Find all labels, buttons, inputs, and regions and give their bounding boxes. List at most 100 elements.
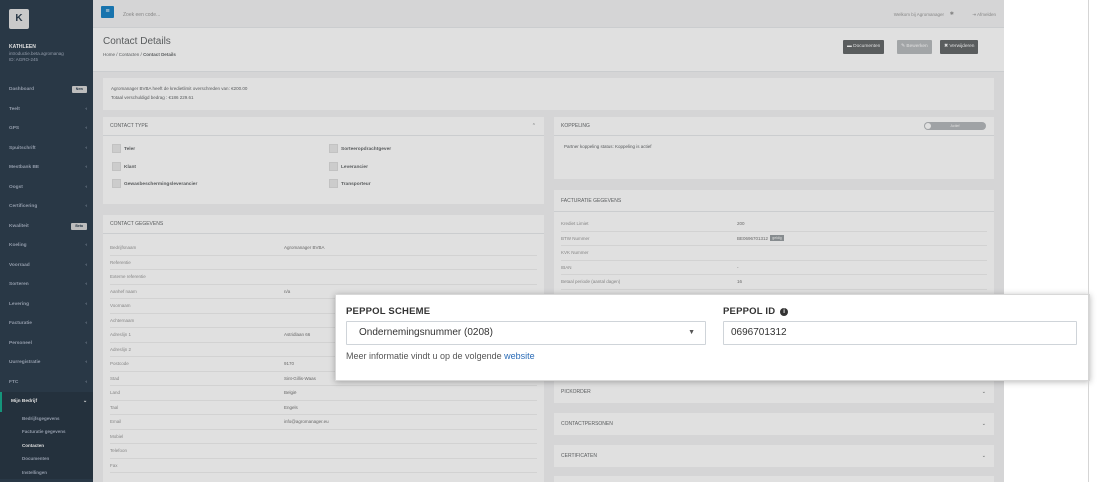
field-label: Telefoon [110, 448, 128, 453]
field-value: 16 [737, 275, 742, 290]
field-label: Fax [110, 462, 118, 468]
breadcrumb-contacts[interactable]: Contacten [119, 52, 140, 57]
sidebar-item-oogst[interactable]: Oogst ‹ [0, 178, 93, 198]
koppeling-toggle[interactable]: Actief [924, 122, 986, 130]
pickorder-header[interactable]: PICKORDER ⌄ [554, 381, 994, 403]
background-app: K KATHLEEN introductie.beta.agromanag ID… [0, 0, 1004, 482]
breadcrumb-home[interactable]: Home [103, 52, 115, 57]
contact-type-header[interactable]: CONTACT TYPE ⌃ [103, 117, 544, 136]
field-label: Aanhef naam [110, 288, 137, 294]
sidebar-item-label: Mijn Bedrijf [11, 399, 38, 404]
field-label: IBAN [561, 264, 572, 270]
website-link[interactable]: website [504, 351, 535, 361]
welcome-text: Welkom bij Agromanager [893, 12, 944, 17]
field-label: Bedrijfsnaam [110, 245, 137, 250]
chevron-left-icon: ‹ [85, 360, 87, 365]
sidebar-subitem-facturatie-gegevens[interactable]: Facturatie gegevens [0, 425, 93, 439]
contact-type-panel: CONTACT TYPE ⌃ Teler Sorteeropdrachtgever… [103, 117, 544, 204]
field-value-text: BE0696701312 [737, 235, 769, 241]
chevron-left-icon: ‹ [85, 165, 87, 170]
chevron-down-icon[interactable]: ⌄ [982, 413, 986, 435]
table-row: Telefoon [110, 444, 537, 459]
certificaten-panel[interactable]: CERTIFICATEN ⌄ [554, 445, 994, 467]
sidebar-item-voorraad[interactable]: Voorraad ‹ [0, 256, 93, 276]
sidebar-subitem-instellingen[interactable]: Instellingen [0, 465, 93, 479]
edit-label: Bewerken [906, 44, 928, 49]
user-name[interactable]: KATHLEEN [9, 44, 36, 50]
beta-badge: Beta [71, 222, 87, 230]
search-input[interactable]: Zoek een code... [123, 12, 160, 18]
sidebar-item-label: Oogst [9, 184, 23, 190]
chevron-left-icon: ‹ [85, 262, 87, 268]
chevron-left-icon: ‹ [85, 145, 87, 151]
sidebar-item-mijn-bedrijf[interactable]: Mijn Bedrijf ⌄ [0, 392, 93, 412]
field-label: Taal [110, 404, 119, 410]
pickorder-panel[interactable]: PICKORDER ⌄ [554, 381, 994, 403]
checkbox-leverancier[interactable]: Leverancier [329, 162, 368, 171]
field-value: info@agromanager.eu [284, 419, 329, 424]
total-due-text: Totaal verschuldigd bedrag : €186 229.61 [111, 95, 194, 100]
sidebar-item-dashboard[interactable]: Dashboard New [0, 80, 93, 100]
logout-link[interactable]: ⇥ Afmelden [972, 12, 996, 18]
certificaten-header[interactable]: CERTIFICATEN ⌄ [554, 445, 994, 467]
contact-gegevens-header: CONTACT GEGEVENS [103, 215, 544, 234]
sidebar-item-koeling[interactable]: Koeling ‹ [0, 236, 93, 256]
folder-icon: ▬ [847, 44, 852, 49]
sidebar-item-facturatie[interactable]: Facturatie ‹ [0, 314, 93, 334]
sidebar-item-sorteren[interactable]: Sorteren ‹ [0, 275, 93, 295]
delete-button[interactable]: ✖ Verwijderen [940, 40, 979, 54]
table-row: Email info@agromanager.eu [110, 415, 537, 430]
peppol-id-input[interactable]: 0696701312 [723, 321, 1077, 345]
peppol-scheme-select[interactable]: Ondernemingsnummer (0208) ▼ [346, 321, 706, 345]
field-value: 200 [737, 217, 745, 232]
sidebar-subitem-documenten[interactable]: Documenten [0, 452, 93, 466]
sidebar-item-spuitschrift[interactable]: Spuitschrift ‹ [0, 139, 93, 159]
sidebar-item-personeel[interactable]: Personeel ‹ [0, 334, 93, 354]
user-subtitle: introductie.beta.agromanag [9, 51, 64, 56]
documents-button[interactable]: ▬ Documenten [843, 40, 885, 54]
sidebar-subitem-contacten[interactable]: Contacten [0, 438, 93, 452]
sidebar-item-label: Dashboard [9, 87, 35, 92]
chevron-down-icon[interactable]: ⌄ [982, 445, 986, 467]
breadcrumb: Home / Contacten / Contact Details [103, 52, 176, 57]
table-row: Externe referentie [110, 270, 537, 285]
chevron-up-icon[interactable]: ⌃ [532, 117, 536, 136]
sidebar-item-certificering[interactable]: Certificering ‹ [0, 197, 93, 217]
sidebar-item-mestbank[interactable]: Mestbank BE ‹ [0, 158, 93, 178]
checkbox-sorteeropdrachtgever[interactable]: Sorteeropdrachtgever [329, 144, 391, 153]
user-avatar[interactable]: K [9, 9, 29, 29]
chevron-down-icon[interactable]: ⌄ [982, 381, 986, 403]
sidebar-item-levering[interactable]: Levering ‹ [0, 295, 93, 315]
page-header: Contact Details Home / Contacten / Conta… [93, 28, 1004, 72]
table-row: Betaal periode (aantal dagen) 16 [561, 275, 987, 290]
contactpersonen-panel[interactable]: CONTACTPERSONEN ⌄ [554, 413, 994, 435]
checkbox-teler[interactable]: Teler [112, 144, 135, 153]
sidebar-item-ftc[interactable]: FTC ‹ [0, 373, 93, 393]
edit-button[interactable]: ✎ Bewerken [897, 40, 932, 54]
sidebar-subitem-bedrijfsgegevens[interactable]: Bedrijfsgegevens [0, 411, 93, 425]
field-label: Stad [110, 375, 120, 381]
info-icon[interactable]: i [780, 308, 789, 316]
chevron-left-icon: ‹ [85, 301, 87, 307]
sidebar-item-uurregistratie[interactable]: Uurregistratie ‹ [0, 353, 93, 373]
next-panel [554, 476, 994, 482]
checkbox-gewasbeschermingsleverancier[interactable]: Gewasbeschermingsleverancier [112, 179, 197, 188]
checkbox-klant[interactable]: Klant [112, 162, 136, 171]
sidebar-item-label: Kwaliteit [9, 223, 29, 229]
contactpersonen-header[interactable]: CONTACTPERSONEN ⌄ [554, 413, 994, 435]
panel-title: KOPPELING [561, 123, 590, 129]
sidebar-item-gps[interactable]: GPS ‹ [0, 119, 93, 139]
table-row: Krediet Limiet 200 [561, 217, 987, 232]
panel-title: CONTACT TYPE [110, 123, 149, 129]
checkbox-transporteur[interactable]: Transporteur [329, 179, 371, 188]
sidebar-item-label: Teelt [9, 106, 20, 112]
field-label: Referentie [110, 259, 131, 265]
chevron-left-icon: ‹ [85, 379, 87, 385]
table-row: Fax [110, 459, 537, 473]
menu-toggle-button[interactable]: ≡ [101, 6, 114, 18]
sidebar-item-kwaliteit[interactable]: Kwaliteit Beta [0, 217, 93, 237]
sidebar-item-teelt[interactable]: Teelt ‹ [0, 100, 93, 120]
gear-icon[interactable]: ✱ [950, 11, 954, 17]
facturatie-header: FACTURATIE GEGEVENS [554, 190, 994, 212]
field-value: n/a [284, 288, 291, 294]
